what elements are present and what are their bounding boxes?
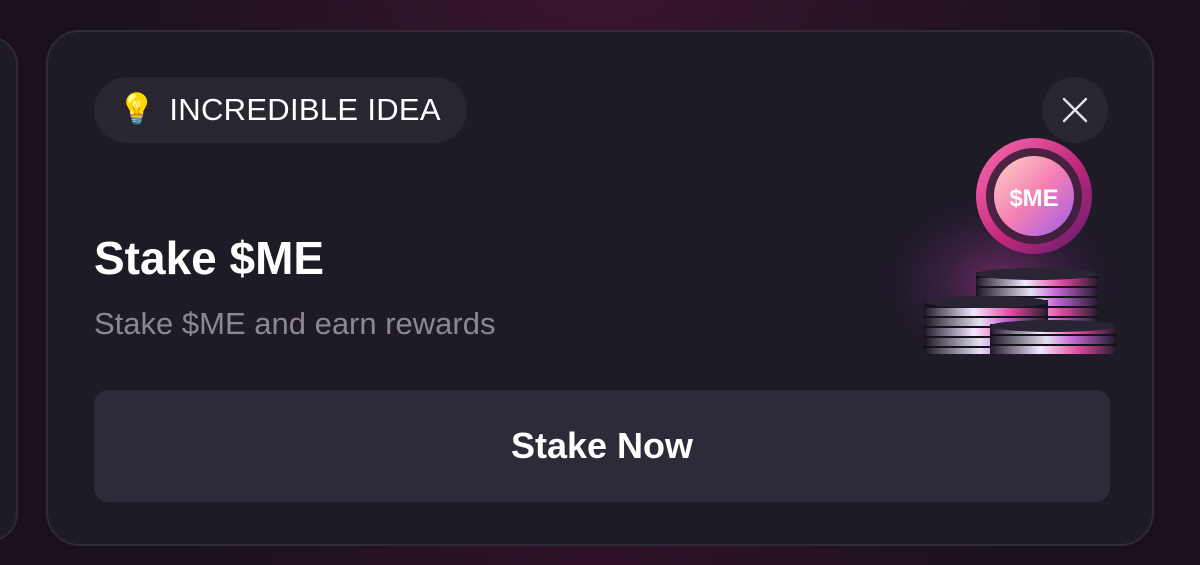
lightbulb-icon: 💡: [118, 93, 156, 126]
idea-tag: 💡 INCREDIBLE IDEA: [94, 77, 467, 143]
card-title: Stake $ME: [94, 232, 325, 284]
tag-label: INCREDIBLE IDEA: [169, 92, 441, 127]
coin-label: $ME: [1009, 185, 1058, 212]
previous-card-edge[interactable]: [0, 36, 18, 542]
stake-now-button[interactable]: Stake Now: [94, 390, 1110, 502]
coin-stack-icon: $ME: [875, 138, 1120, 354]
stake-promo-card: 💡 INCREDIBLE IDEA $ME Stake $ME Stake $M…: [46, 30, 1154, 546]
card-subtitle: Stake $ME and earn rewards: [94, 306, 496, 341]
